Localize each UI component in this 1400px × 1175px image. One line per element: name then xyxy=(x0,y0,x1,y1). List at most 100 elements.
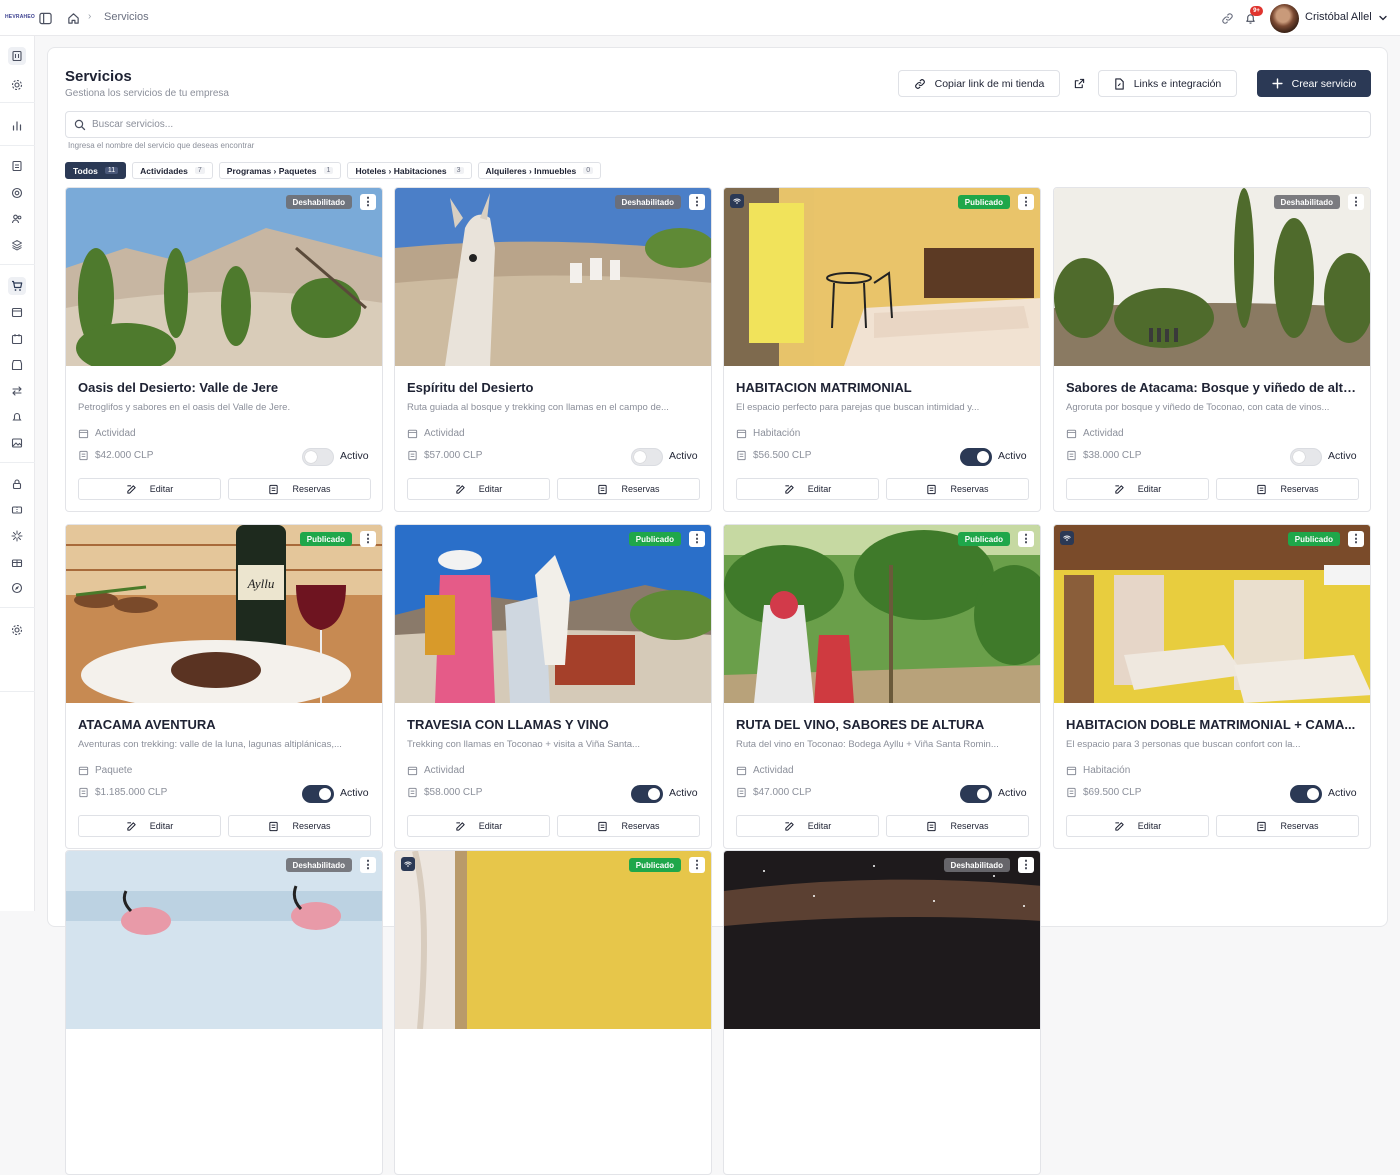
service-card[interactable]: Publicado ⋮ TRAVESIA CON LLAMAS Y VINO Trek… xyxy=(394,524,712,849)
service-image-container[interactable] xyxy=(724,525,1041,703)
service-title[interactable]: Sabores de Atacama: Bosque y viñedo de a… xyxy=(1066,380,1362,395)
service-image-container[interactable] xyxy=(66,851,383,1029)
links-integration-button[interactable]: Links e integración xyxy=(1098,70,1237,97)
service-title[interactable]: HABITACION MATRIMONIAL xyxy=(736,380,1032,395)
service-card[interactable]: Deshabilitado ⋮ Sabores de Atacama: Bosque… xyxy=(1053,187,1371,512)
edit-button[interactable]: Editar xyxy=(1066,815,1209,837)
bookings-button[interactable]: Reservas xyxy=(1216,478,1359,500)
sidebar-item-config[interactable] xyxy=(8,621,26,639)
more-options-icon[interactable]: ⋮ xyxy=(689,194,705,210)
edit-button[interactable]: Editar xyxy=(78,815,221,837)
more-options-icon[interactable]: ⋮ xyxy=(1348,531,1364,547)
more-options-icon[interactable]: ⋮ xyxy=(1348,194,1364,210)
user-name[interactable]: Cristóbal Allel xyxy=(1305,11,1372,23)
more-options-icon[interactable]: ⋮ xyxy=(360,194,376,210)
service-image-container[interactable] xyxy=(66,188,383,366)
sidebar-item-dashboard[interactable] xyxy=(8,47,26,65)
more-options-icon[interactable]: ⋮ xyxy=(689,857,705,873)
active-toggle[interactable] xyxy=(1290,785,1322,803)
service-image[interactable] xyxy=(1054,188,1371,366)
sidebar-item-settings[interactable] xyxy=(8,76,26,94)
service-card[interactable]: Ayllu Publicado ⋮ ATACAMA AVENTURA Aventuras… xyxy=(65,524,383,849)
service-card[interactable]: Deshabilitado ⋮ Espíritu del Desierto Ruta … xyxy=(394,187,712,512)
active-toggle[interactable] xyxy=(1290,448,1322,466)
sidebar-toggle-icon[interactable] xyxy=(36,9,54,27)
filter-chip[interactable]: Hoteles › Habitaciones 3 xyxy=(347,162,472,179)
service-card[interactable]: Publicado ⋮ xyxy=(394,850,712,1175)
service-image[interactable] xyxy=(395,525,712,703)
sidebar-item-tickets[interactable] xyxy=(8,501,26,519)
copy-store-link-button[interactable]: Copiar link de mi tienda xyxy=(898,70,1060,97)
service-image[interactable] xyxy=(724,525,1041,703)
app-logo[interactable]: HEVRAHEO xyxy=(5,14,35,20)
service-image-container[interactable] xyxy=(395,188,712,366)
bookings-button[interactable]: Reservas xyxy=(557,815,700,837)
active-toggle[interactable] xyxy=(960,448,992,466)
sidebar-item-documents[interactable] xyxy=(8,157,26,175)
sidebar-item-services[interactable] xyxy=(8,277,26,295)
search-input[interactable] xyxy=(92,119,1292,130)
bookings-button[interactable]: Reservas xyxy=(886,478,1029,500)
sidebar-item-gallery[interactable] xyxy=(8,434,26,452)
service-image-container[interactable] xyxy=(395,525,712,703)
edit-button[interactable]: Editar xyxy=(736,478,879,500)
more-options-icon[interactable]: ⋮ xyxy=(689,531,705,547)
service-title[interactable]: TRAVESIA CON LLAMAS Y VINO xyxy=(407,717,703,732)
more-options-icon[interactable]: ⋮ xyxy=(360,531,376,547)
search-field[interactable] xyxy=(65,111,1371,138)
avatar[interactable] xyxy=(1270,4,1299,33)
edit-button[interactable]: Editar xyxy=(78,478,221,500)
sidebar-item-users[interactable] xyxy=(8,210,26,228)
sidebar-item-gifts[interactable] xyxy=(8,553,26,571)
service-card[interactable]: Publicado ⋮ HABITACION MATRIMONIAL El espac… xyxy=(723,187,1041,512)
service-title[interactable]: ATACAMA AVENTURA xyxy=(78,717,374,732)
service-image[interactable] xyxy=(1054,525,1371,703)
service-image-container[interactable] xyxy=(724,188,1041,366)
filter-chip[interactable]: Todos 11 xyxy=(65,162,127,179)
bookings-button[interactable]: Reservas xyxy=(1216,815,1359,837)
service-card[interactable]: Publicado ⋮ RUTA DEL VINO, SABORES DE ALTU… xyxy=(723,524,1041,849)
service-image[interactable]: Ayllu xyxy=(66,525,383,703)
service-card[interactable]: Deshabilitado ⋮ xyxy=(65,850,383,1175)
service-image-container[interactable] xyxy=(1054,188,1371,366)
breadcrumb-current[interactable]: Servicios xyxy=(104,11,149,23)
service-image-container[interactable]: Ayllu xyxy=(66,525,383,703)
service-image[interactable] xyxy=(66,188,383,366)
service-title[interactable]: RUTA DEL VINO, SABORES DE ALTURA xyxy=(736,717,1032,732)
service-image[interactable] xyxy=(395,188,712,366)
service-title[interactable]: HABITACION DOBLE MATRIMONIAL + CAMA... xyxy=(1066,717,1362,732)
service-image[interactable] xyxy=(66,851,383,1029)
sidebar-item-security[interactable] xyxy=(8,475,26,493)
active-toggle[interactable] xyxy=(960,785,992,803)
open-store-external-button[interactable] xyxy=(1068,70,1090,97)
bookings-button[interactable]: Reservas xyxy=(886,815,1029,837)
service-image[interactable] xyxy=(724,188,1041,366)
service-card[interactable]: Publicado ⋮ HABITACION DOBLE MATRIMONIAL +… xyxy=(1053,524,1371,849)
service-image-container[interactable] xyxy=(1054,525,1371,703)
active-toggle[interactable] xyxy=(631,785,663,803)
more-options-icon[interactable]: ⋮ xyxy=(1018,857,1034,873)
bookings-button[interactable]: Reservas xyxy=(557,478,700,500)
filter-chip[interactable]: Alquileres › Inmuebles 0 xyxy=(477,162,602,179)
service-image[interactable] xyxy=(395,851,712,1029)
filter-chip[interactable]: Programas › Paquetes 1 xyxy=(218,162,342,179)
active-toggle[interactable] xyxy=(302,785,334,803)
edit-button[interactable]: Editar xyxy=(736,815,879,837)
sidebar-item-integrations[interactable] xyxy=(8,527,26,545)
edit-button[interactable]: Editar xyxy=(407,815,550,837)
more-options-icon[interactable]: ⋮ xyxy=(1018,194,1034,210)
filter-chip[interactable]: Actividades 7 xyxy=(132,162,213,179)
service-card[interactable]: Deshabilitado ⋮ xyxy=(723,850,1041,1175)
service-title[interactable]: Oasis del Desierto: Valle de Jere xyxy=(78,380,374,395)
chevron-down-icon[interactable] xyxy=(1374,9,1392,27)
sidebar-item-calendar[interactable] xyxy=(8,330,26,348)
active-toggle[interactable] xyxy=(302,448,334,466)
service-title[interactable]: Espíritu del Desierto xyxy=(407,380,703,395)
sidebar-item-explore[interactable] xyxy=(8,579,26,597)
service-image-container[interactable] xyxy=(395,851,712,1029)
sidebar-item-bookings[interactable] xyxy=(8,303,26,321)
sidebar-item-analytics[interactable] xyxy=(8,117,26,135)
active-toggle[interactable] xyxy=(631,448,663,466)
sidebar-item-layers[interactable] xyxy=(8,236,26,254)
more-options-icon[interactable]: ⋮ xyxy=(360,857,376,873)
